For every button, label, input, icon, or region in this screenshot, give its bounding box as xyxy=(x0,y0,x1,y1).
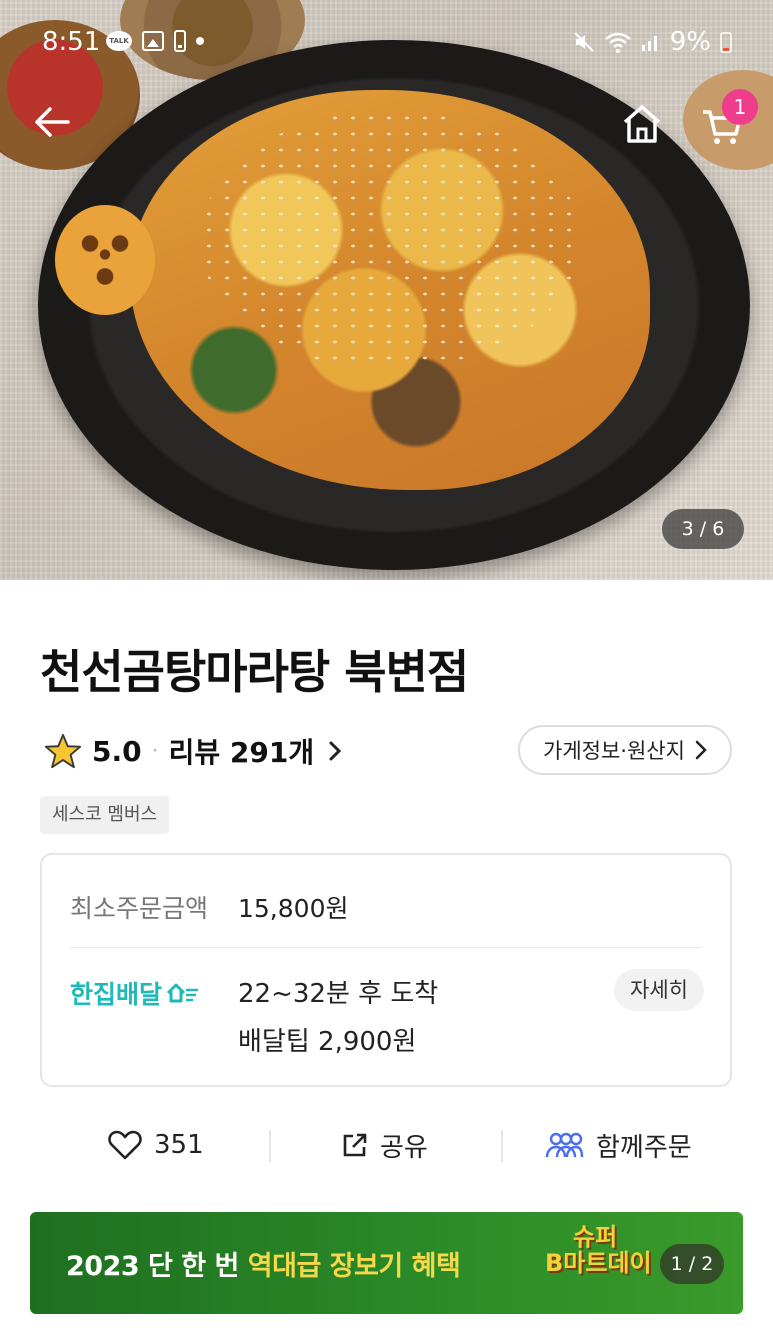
home-button[interactable] xyxy=(620,102,664,146)
single-delivery-brand: 한집배달 xyxy=(70,975,200,1011)
back-button[interactable] xyxy=(30,100,74,144)
chevron-right-icon xyxy=(695,740,707,760)
arrow-left-icon xyxy=(35,107,70,137)
separator-dot: · xyxy=(151,738,159,764)
battery-percent: 9% xyxy=(669,27,711,57)
status-bar: 8:51 TALK 9% xyxy=(0,0,773,86)
sesame-seeds xyxy=(200,110,580,370)
cesco-members-tag: 세스코 멤버스 xyxy=(40,796,170,834)
banner-logo-line1: 슈퍼 xyxy=(573,1223,618,1251)
mute-icon xyxy=(574,32,594,52)
single-delivery-label: 한집배달 xyxy=(70,980,163,1009)
store-info-origin-label: 가게정보·원산지 xyxy=(543,739,685,763)
share-label: 공유 xyxy=(380,1132,428,1163)
action-divider xyxy=(269,1130,271,1162)
notification-icons: TALK xyxy=(106,30,204,52)
battery-alert-icon xyxy=(174,30,186,52)
banner-logo-line2: B마트데이 xyxy=(545,1249,652,1278)
signal-icon xyxy=(641,36,657,51)
more-notifications-dot-icon xyxy=(196,37,204,45)
gallery-icon xyxy=(142,31,164,51)
share-icon xyxy=(343,1133,367,1157)
store-name: 천선곰탕마라탕 북변점 xyxy=(40,645,469,699)
min-order-value: 15,800원 xyxy=(238,894,349,923)
delivery-tip: 배달팁 2,900원 xyxy=(238,1027,417,1057)
banner-text-highlight: 역대급 장보기 혜택 xyxy=(247,1251,461,1282)
status-time: 8:51 xyxy=(42,27,101,57)
lotus-root-slice xyxy=(55,205,155,315)
promo-banner[interactable]: 2023 단 한 번 역대급 장보기 혜택 슈퍼 B마트데이 1 / 2 xyxy=(30,1212,743,1314)
group-order-label: 함께주문 xyxy=(596,1132,692,1163)
review-count: 리뷰 291개 xyxy=(168,736,315,769)
banner-text-prefix: 2023 단 한 번 xyxy=(66,1251,248,1282)
group-order-button[interactable]: 함께주문 xyxy=(544,1120,692,1170)
battery-icon xyxy=(720,32,732,53)
wifi-icon xyxy=(604,32,631,53)
store-hero-image[interactable] xyxy=(0,0,773,580)
fast-home-delivery-icon xyxy=(166,983,199,1003)
promo-banner-text: 2023 단 한 번 역대급 장보기 혜택 xyxy=(66,1244,461,1283)
heart-icon xyxy=(108,1130,142,1160)
image-page-counter: 3 / 6 xyxy=(662,509,744,549)
share-button[interactable]: 공유 xyxy=(342,1120,428,1170)
home-icon xyxy=(623,105,661,143)
system-icons: 9% xyxy=(572,27,733,57)
super-bmart-day-logo: 슈퍼 B마트데이 xyxy=(545,1224,665,1304)
min-order-label: 최소주문금액 xyxy=(70,894,209,923)
action-divider xyxy=(501,1130,503,1162)
like-button[interactable]: 351 xyxy=(108,1120,204,1170)
kakaotalk-icon: TALK xyxy=(106,31,132,51)
rating-review-link[interactable]: 5.0 · 리뷰 291개 xyxy=(44,728,342,774)
store-action-row: 351 공유 함께주문 xyxy=(40,1120,732,1170)
card-divider xyxy=(70,947,702,948)
order-info-card: 최소주문금액 15,800원 한집배달 22~32분 후 도착 배달팁 2,90… xyxy=(40,853,732,1087)
banner-page-counter: 1 / 2 xyxy=(660,1244,724,1284)
group-people-icon xyxy=(545,1132,584,1158)
rating-score: 5.0 xyxy=(92,734,142,768)
like-count: 351 xyxy=(154,1130,204,1160)
chevron-right-icon xyxy=(329,741,342,761)
delivery-detail-button[interactable]: 자세히 xyxy=(614,969,704,1011)
store-info-origin-button[interactable]: 가게정보·원산지 xyxy=(518,725,732,775)
star-icon xyxy=(44,733,82,769)
delivery-eta: 22~32분 후 도착 xyxy=(238,979,439,1009)
cart-count-badge: 1 xyxy=(722,89,758,125)
